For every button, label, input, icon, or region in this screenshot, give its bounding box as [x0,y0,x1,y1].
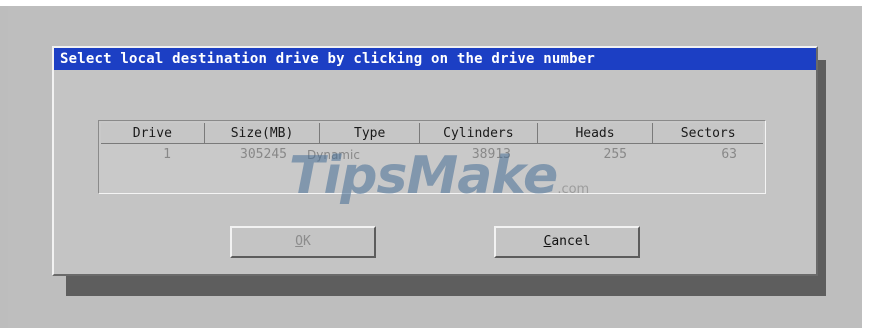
watermark-suffix: .com [557,182,590,197]
dialog-title-bar: Select local destination drive by clicki… [54,48,816,70]
column-header-size[interactable]: Size(MB) [204,123,321,144]
column-header-drive[interactable]: Drive [101,123,205,144]
screen-border-right [862,0,870,334]
drive-number-cell[interactable]: 1 [101,146,179,164]
table-header-row: Drive Size(MB) Type Cylinders Heads Sect… [101,123,764,144]
screen-border-bottom [0,328,870,334]
cancel-label: ancel [551,234,591,249]
watermark-text: TipsMake [289,146,558,206]
column-header-sectors[interactable]: Sectors [653,123,764,144]
dialog-title: Select local destination drive by clicki… [60,51,595,67]
column-header-type[interactable]: Type [320,123,421,144]
ok-label: K [303,234,311,249]
tipsmake-watermark: TipsMake.com [289,145,609,207]
column-header-cylinders[interactable]: Cylinders [420,123,538,144]
size-cell: 305245 [240,147,287,162]
sectors-cell: 63 [721,147,737,162]
ok-accelerator-key: O [295,234,303,249]
cancel-button[interactable]: Cancel [494,226,640,258]
column-header-heads[interactable]: Heads [537,123,654,144]
ok-button[interactable]: OK [230,226,376,258]
